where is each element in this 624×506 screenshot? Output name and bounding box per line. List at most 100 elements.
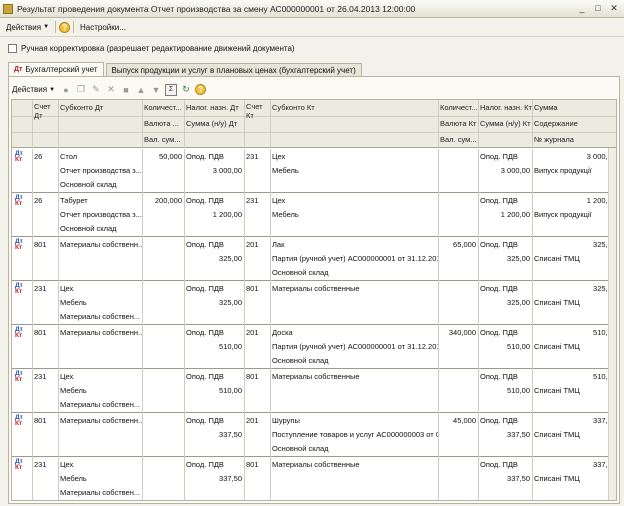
table-row[interactable]: Дт Кт 801 Материалы собственн... Опод. ПДВ 32… — [12, 237, 616, 281]
sub-kt-cell[interactable]: Основной склад — [270, 265, 438, 280]
sub-kt-cell[interactable]: Цех — [270, 193, 438, 208]
nu-dt-cell[interactable]: 1 200,00 — [184, 207, 244, 222]
move-down-icon[interactable]: ▼ — [150, 84, 162, 96]
nalog-dt-cell[interactable]: Опод. ПДВ — [184, 281, 244, 296]
dt-cell[interactable]: 26 — [32, 149, 58, 164]
sub-kt-cell[interactable]: Материалы собственные — [270, 281, 438, 296]
summa-cell[interactable]: 510,00 — [532, 369, 616, 384]
nu-kt-cell[interactable]: 337,50 — [478, 471, 532, 486]
kol-kt-cell[interactable] — [438, 369, 478, 384]
sub-kt-cell[interactable]: Доска — [270, 325, 438, 340]
col-subkonto-kt[interactable]: Субконто Кт — [270, 102, 438, 113]
dt-cell[interactable]: 231 — [32, 369, 58, 384]
nu-kt-cell[interactable]: 325,00 — [478, 251, 532, 266]
nalog-kt-cell[interactable]: Опод. ПДВ — [478, 413, 532, 428]
add-icon[interactable]: ● — [60, 84, 72, 96]
kt-cell[interactable]: 201 — [244, 413, 270, 428]
sub-dt-cell[interactable]: Отчет производства з... — [58, 207, 142, 222]
nalog-dt-cell[interactable]: Опод. ПДВ — [184, 413, 244, 428]
nalog-kt-cell[interactable]: Опод. ПДВ — [478, 457, 532, 472]
sub-kt-cell[interactable]: Основной склад — [270, 441, 438, 456]
close-icon[interactable]: ✕ — [607, 2, 621, 15]
content-cell[interactable]: Випуск продукції — [532, 163, 616, 178]
nalog-kt-cell[interactable]: Опод. ПДВ — [478, 369, 532, 384]
col-kol-dt[interactable]: Количест... — [142, 102, 184, 113]
kol-kt-cell[interactable]: 45,000 — [438, 413, 478, 428]
table-row[interactable]: Дт Кт 801 Материалы собственн... Опод. ПДВ 33… — [12, 413, 616, 457]
col-n-zhurnala[interactable]: № журнала — [532, 134, 616, 145]
toolbar-actions-menu[interactable]: Действия ▼ — [12, 85, 55, 94]
col-schet-kt[interactable]: Счет Кт — [244, 102, 270, 120]
sub-kt-cell[interactable]: Шурупы — [270, 413, 438, 428]
sub-dt-cell[interactable]: Материалы собствен... — [58, 397, 142, 412]
summa-cell[interactable]: 337,50 — [532, 457, 616, 472]
kol-kt-cell[interactable] — [438, 149, 478, 164]
summa-cell[interactable]: 3 000,00 — [532, 149, 616, 164]
content-cell[interactable]: Випуск продукції — [532, 207, 616, 222]
col-summa[interactable]: Сумма — [532, 102, 616, 113]
nalog-dt-cell[interactable]: Опод. ПДВ — [184, 193, 244, 208]
kol-kt-cell[interactable] — [438, 193, 478, 208]
sub-dt-cell[interactable] — [58, 441, 142, 456]
help-icon[interactable]: ? — [195, 84, 207, 95]
nalog-kt-cell[interactable]: Опод. ПДВ — [478, 149, 532, 164]
sub-dt-cell[interactable]: Отчет производства з... — [58, 163, 142, 178]
sub-dt-cell[interactable]: Стол — [58, 149, 142, 164]
sub-kt-cell[interactable]: Материалы собственные — [270, 457, 438, 472]
kt-cell[interactable]: 201 — [244, 237, 270, 252]
content-cell[interactable]: Списані ТМЦ — [532, 427, 616, 442]
sub-kt-cell[interactable] — [270, 221, 438, 236]
kt-cell[interactable]: 801 — [244, 457, 270, 472]
sub-kt-cell[interactable] — [270, 295, 438, 310]
sub-dt-cell[interactable]: Материалы собствен... — [58, 485, 142, 500]
sub-dt-cell[interactable]: Материалы собствен... — [58, 309, 142, 324]
sum-icon[interactable]: Σ — [165, 83, 178, 96]
kol-kt-cell[interactable]: 65,000 — [438, 237, 478, 252]
sub-dt-cell[interactable]: Табурет — [58, 193, 142, 208]
nu-dt-cell[interactable]: 325,00 — [184, 295, 244, 310]
tab-planned-prices[interactable]: Выпуск продукции и услуг в плановых цена… — [105, 63, 362, 76]
table-row[interactable]: Дт Кт 26 Табурет Отчет производства з... Осно… — [12, 193, 616, 237]
restore-icon[interactable]: □ — [591, 2, 605, 15]
sub-dt-cell[interactable]: Материалы собственн... — [58, 237, 142, 252]
summa-cell[interactable]: 1 200,00 — [532, 193, 616, 208]
col-val-sum-kt[interactable]: Вал. сум... — [438, 134, 478, 145]
nu-kt-cell[interactable]: 337,50 — [478, 427, 532, 442]
col-nalog-dt[interactable]: Налог. назн. Дт — [184, 102, 244, 113]
sub-kt-cell[interactable] — [270, 397, 438, 412]
kol-dt-cell[interactable] — [142, 281, 184, 296]
col-schet-dt[interactable]: Счет Дт — [32, 102, 58, 120]
help-icon[interactable]: ? — [59, 21, 71, 33]
manual-adjust-checkbox[interactable] — [8, 43, 17, 53]
kol-dt-cell[interactable] — [142, 325, 184, 340]
dt-cell[interactable]: 801 — [32, 413, 58, 428]
dt-cell[interactable]: 26 — [32, 193, 58, 208]
nalog-dt-cell[interactable]: Опод. ПДВ — [184, 237, 244, 252]
move-up-icon[interactable]: ▲ — [135, 84, 147, 96]
kt-cell[interactable]: 201 — [244, 325, 270, 340]
dt-cell[interactable]: 801 — [32, 237, 58, 252]
dt-cell[interactable]: 231 — [32, 281, 58, 296]
col-valuta-kt[interactable]: Валюта Кт — [438, 118, 478, 129]
col-valuta-dt[interactable]: Валюта ... — [142, 118, 184, 129]
sub-dt-cell[interactable] — [58, 427, 142, 442]
sub-dt-cell[interactable]: Материалы собственн... — [58, 325, 142, 340]
sub-kt-cell[interactable] — [270, 471, 438, 486]
col-val-sum-dt[interactable]: Вал. сум... — [142, 134, 184, 145]
copy-icon[interactable]: ❐ — [75, 84, 87, 96]
sub-kt-cell[interactable]: Партия (ручной учет) АС000000001 от 31.1… — [270, 339, 438, 354]
sub-dt-cell[interactable]: Мебель — [58, 383, 142, 398]
table-row[interactable]: Дт Кт 231 Цех Мебель Материалы собствен... Опо… — [12, 457, 616, 500]
kol-kt-cell[interactable] — [438, 457, 478, 472]
sub-kt-cell[interactable]: Цех — [270, 149, 438, 164]
sub-kt-cell[interactable]: Мебель — [270, 207, 438, 222]
nu-kt-cell[interactable]: 510,00 — [478, 383, 532, 398]
content-cell[interactable]: Списані ТМЦ — [532, 295, 616, 310]
table-row[interactable]: Дт Кт 801 Материалы собственн... Опод. ПДВ 51… — [12, 325, 616, 369]
nalog-kt-cell[interactable]: Опод. ПДВ — [478, 193, 532, 208]
sub-dt-cell[interactable]: Цех — [58, 369, 142, 384]
actions-menu[interactable]: Действия ▼ — [3, 23, 52, 32]
mark-icon[interactable]: ■ — [120, 84, 132, 96]
nu-kt-cell[interactable]: 1 200,00 — [478, 207, 532, 222]
dt-cell[interactable]: 231 — [32, 457, 58, 472]
